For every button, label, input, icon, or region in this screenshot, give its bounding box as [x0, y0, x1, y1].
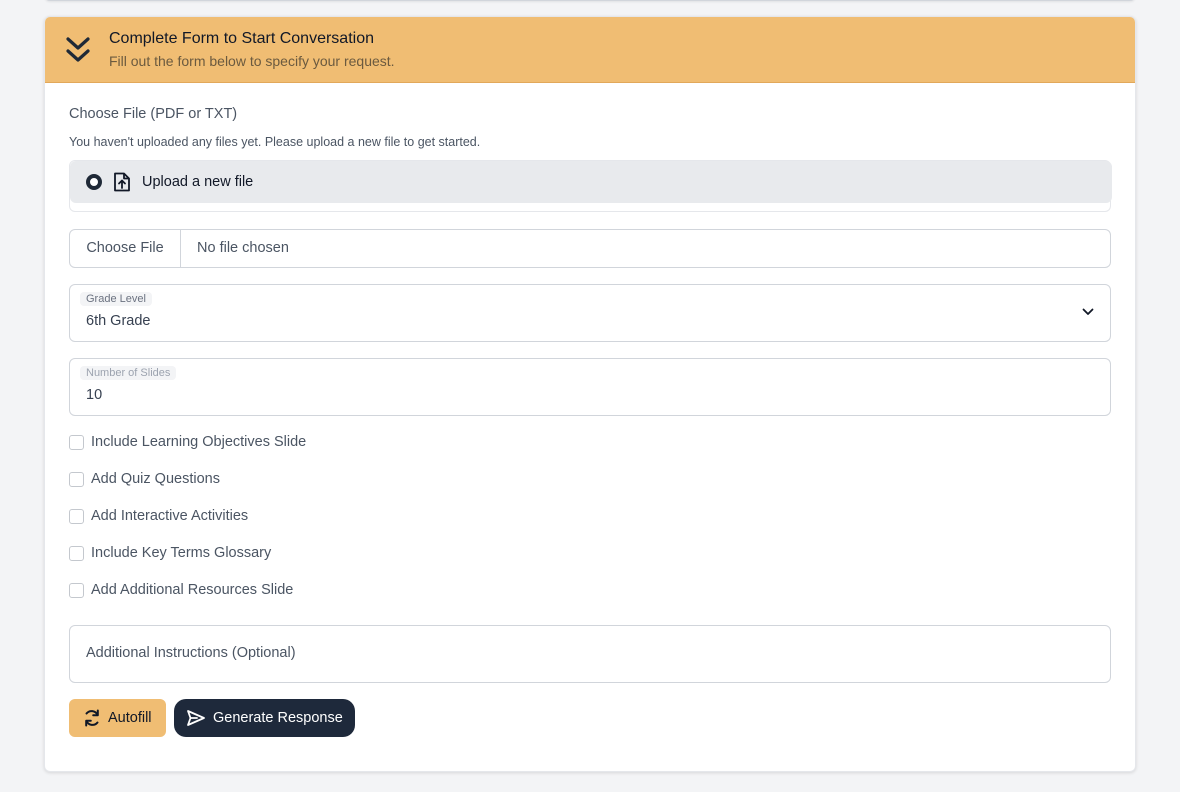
checkbox[interactable]	[69, 435, 84, 450]
file-options-list: Upload a new file	[69, 160, 1112, 212]
generate-response-label: Generate Response	[213, 710, 343, 726]
checkbox[interactable]	[69, 472, 84, 487]
form-header[interactable]: Complete Form to Start Conversation Fill…	[45, 17, 1135, 83]
file-section-label: Choose File (PDF or TXT)	[69, 106, 238, 122]
form-subtitle: Fill out the form below to specify your …	[109, 53, 395, 69]
double-chevron-down-icon	[66, 37, 90, 62]
additional-instructions-placeholder: Additional Instructions (Optional)	[86, 645, 296, 661]
grade-level-select[interactable]: Grade Level 6th Grade	[69, 284, 1111, 342]
autofill-button[interactable]: Autofill	[69, 699, 166, 737]
number-of-slides-label: Number of Slides	[80, 366, 177, 380]
upload-new-file-label: Upload a new file	[142, 174, 254, 190]
grade-level-label: Grade Level	[80, 292, 152, 306]
file-status: No file chosen	[197, 240, 289, 256]
send-icon	[187, 710, 205, 726]
previous-card-edge	[44, 0, 1136, 1]
option-label: Add Additional Resources Slide	[91, 582, 294, 598]
file-input[interactable]: Choose File No file chosen	[69, 229, 1111, 268]
generate-response-button[interactable]: Generate Response	[174, 699, 355, 737]
additional-instructions-field[interactable]: Additional Instructions (Optional)	[69, 625, 1111, 683]
option-label: Include Learning Objectives Slide	[91, 434, 307, 450]
refresh-icon	[85, 709, 99, 727]
autofill-label: Autofill	[108, 710, 152, 726]
radio-selected[interactable]	[86, 174, 102, 190]
no-files-hint: You haven't uploaded any files yet. Plea…	[69, 135, 481, 149]
number-of-slides-value: 10	[86, 387, 103, 403]
form-title: Complete Form to Start Conversation	[109, 30, 374, 47]
checkbox[interactable]	[69, 546, 84, 561]
option-label: Add Interactive Activities	[91, 508, 249, 524]
chevron-down-icon	[1082, 308, 1094, 315]
checkbox[interactable]	[69, 509, 84, 524]
choose-file-button[interactable]: Choose File	[70, 230, 181, 267]
grade-level-value: 6th Grade	[86, 313, 151, 329]
upload-new-file-option[interactable]: Upload a new file	[70, 161, 1112, 203]
option-label: Add Quiz Questions	[91, 471, 220, 487]
checkbox[interactable]	[69, 583, 84, 598]
number-of-slides-input[interactable]: Number of Slides 10	[69, 358, 1111, 416]
option-label: Include Key Terms Glossary	[91, 545, 272, 561]
request-form-card: Complete Form to Start Conversation Fill…	[44, 16, 1136, 772]
file-upload-icon	[114, 172, 130, 192]
